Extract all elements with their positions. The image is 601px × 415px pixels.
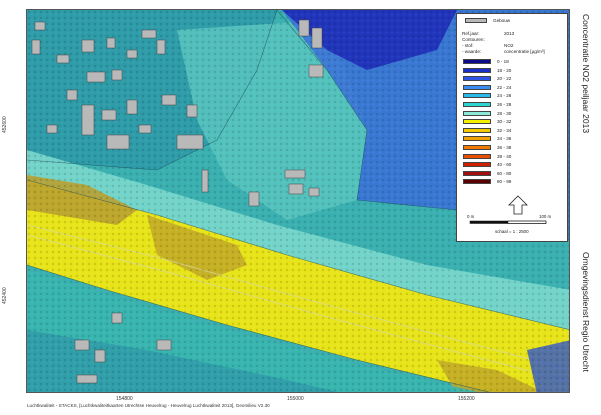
building-legend-label: Gebouw <box>493 18 511 23</box>
building <box>141 29 157 39</box>
scale-start: 0 m <box>467 214 475 219</box>
legend-swatch <box>463 136 491 142</box>
building <box>298 19 310 37</box>
x-tick-label: 154800 <box>116 396 133 402</box>
legend-swatch <box>463 179 491 185</box>
building <box>126 99 138 115</box>
x-tick-label: 155000 <box>287 396 304 402</box>
building <box>201 169 209 193</box>
building <box>81 39 95 53</box>
legend-swatch <box>463 119 491 125</box>
building <box>248 191 260 207</box>
building <box>284 169 306 179</box>
building <box>31 39 41 55</box>
building <box>126 49 138 59</box>
building <box>94 349 106 363</box>
info-key: Ref.jaar: <box>462 31 480 36</box>
organisation-text: Omgevingsdienst Regio Utrecht <box>581 252 591 373</box>
building <box>81 104 95 136</box>
building <box>138 124 152 134</box>
legend-class-label: 18 - 20 <box>497 67 512 73</box>
legend-panel: Gebouw Ref.jaar: 2013 Contouren: - stof:… <box>456 13 568 242</box>
building <box>156 39 166 55</box>
legend-swatch <box>463 127 491 133</box>
legend-class-label: 32 - 34 <box>497 127 512 133</box>
side-title-text: Concentratie NO2 peiljaar 2013 <box>581 14 591 134</box>
y-tick-label: 452400 <box>2 287 8 304</box>
legend-class-label: 34 - 36 <box>497 136 512 142</box>
building <box>156 339 172 351</box>
scale-bar <box>469 220 547 224</box>
building <box>86 71 106 83</box>
legend-class-label: 30 - 32 <box>497 119 512 125</box>
legend-class-label: 40 - 60 <box>497 162 512 168</box>
info-key: - stof: <box>462 43 474 48</box>
legend-swatch <box>463 59 491 64</box>
y-tick-label: 452600 <box>2 116 8 133</box>
building <box>186 104 198 118</box>
legend-swatch <box>463 162 491 168</box>
legend-swatch <box>463 170 491 176</box>
info-key: Contouren: <box>462 37 485 42</box>
building <box>176 134 204 150</box>
info-key: - waarde: <box>462 49 482 54</box>
legend-swatch <box>463 93 491 99</box>
building <box>288 183 304 195</box>
building <box>161 94 177 106</box>
building <box>106 37 116 49</box>
legend-swatch <box>463 84 491 90</box>
legend-class-label: 80 - 99 <box>497 179 512 185</box>
legend-class-label: 38 - 40 <box>497 153 512 159</box>
building <box>74 339 90 351</box>
legend-swatch <box>463 145 491 150</box>
info-value: concentratie [µg/m³] <box>504 49 545 54</box>
legend-class-label: 28 - 30 <box>497 110 512 116</box>
north-arrow-icon <box>508 195 528 215</box>
legend-class-label: 20 - 22 <box>497 76 512 82</box>
x-tick-label: 155200 <box>458 396 475 402</box>
scale-end: 100 m <box>539 214 552 219</box>
legend-swatch <box>463 76 491 82</box>
building <box>308 187 320 197</box>
source-footer: Luchtkwaliteit - STACKS, [Luchtkwaliteit… <box>27 403 270 408</box>
building-swatch <box>465 18 487 23</box>
scale-text: schaal = 1 : 2500 <box>495 229 529 234</box>
legend-swatch <box>463 153 491 159</box>
building <box>46 124 58 134</box>
legend-class-label: 24 - 26 <box>497 93 512 99</box>
building <box>56 54 70 64</box>
info-value: 2013 <box>504 31 515 36</box>
legend-class-label: 26 - 28 <box>497 102 512 107</box>
building <box>66 89 78 101</box>
legend-class-label: 0 - 18 <box>497 59 509 64</box>
building <box>106 134 130 150</box>
building <box>111 312 123 324</box>
legend-class-label: 22 - 24 <box>497 84 512 90</box>
legend-swatch <box>463 110 491 116</box>
building <box>311 27 323 49</box>
organisation: Omgevingsdienst Regio Utrecht <box>575 250 595 410</box>
legend-swatch <box>463 102 491 107</box>
legend-swatch <box>463 67 491 73</box>
building <box>76 374 98 384</box>
building <box>111 69 123 81</box>
building <box>34 21 46 31</box>
info-value: NO2 <box>504 43 514 48</box>
building <box>101 109 117 121</box>
legend-class-label: 60 - 80 <box>497 170 512 176</box>
building <box>308 64 324 78</box>
legend-class-label: 36 - 38 <box>497 145 512 150</box>
side-title: Concentratie NO2 peiljaar 2013 <box>575 12 595 182</box>
